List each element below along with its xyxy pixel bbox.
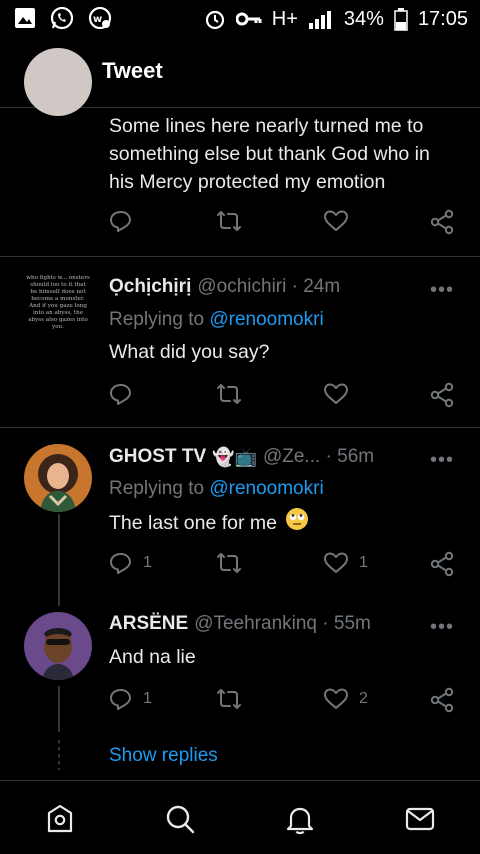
display-name[interactable]: ARSËNE: [109, 613, 188, 635]
rolling-eyes-emoji-icon: [285, 507, 309, 539]
share-icon: [430, 209, 454, 235]
mention-link[interactable]: @renoomokri: [209, 309, 323, 330]
svg-text:w: w: [93, 14, 102, 25]
alarm-icon: [204, 8, 226, 30]
signal-icon: [308, 8, 334, 30]
avatar[interactable]: [24, 48, 92, 116]
retweet-icon: [217, 689, 241, 709]
tweet[interactable]: GHOST TV 👻📺 @Ze... · 56m ••• Replying to…: [0, 428, 480, 606]
like-button[interactable]: [323, 209, 349, 233]
app-badge-icon: w: [88, 6, 112, 30]
more-options-icon[interactable]: •••: [430, 449, 454, 472]
more-options-icon[interactable]: •••: [430, 616, 454, 639]
reply-button[interactable]: [109, 209, 133, 233]
retweet-icon: [217, 384, 241, 404]
heart-icon: [324, 688, 348, 709]
tweet[interactable]: who fights w... onsters should loo to it…: [0, 257, 480, 427]
retweet-icon: [217, 553, 241, 573]
tweet-actions: 1 2: [109, 687, 459, 717]
more-options-icon[interactable]: •••: [430, 279, 454, 302]
share-icon: [430, 687, 454, 713]
whatsapp-icon: [50, 6, 74, 30]
tweet-author-row: GHOST TV 👻📺 @Ze... · 56m: [109, 446, 374, 468]
share-button[interactable]: [429, 687, 455, 713]
reply-icon: [110, 553, 131, 574]
gallery-icon: [14, 7, 36, 29]
share-icon: [430, 382, 454, 408]
tweet-text: The last one for me: [109, 512, 277, 534]
share-button[interactable]: [429, 551, 455, 577]
clock: 17:05: [417, 8, 468, 30]
show-replies-link[interactable]: Show replies: [109, 745, 218, 767]
reply-count: 1: [143, 554, 152, 571]
avatar[interactable]: [24, 444, 92, 512]
tweet-text: Some lines here nearly turned me to some…: [109, 115, 430, 193]
tweet-author-row: Ọchịchịrị @ochichiri · 24m: [109, 276, 340, 298]
share-button[interactable]: [429, 382, 455, 408]
search-icon[interactable]: [164, 803, 196, 835]
reply-count: 1: [143, 690, 152, 707]
reply-button[interactable]: 1: [109, 687, 152, 711]
reply-icon: [110, 211, 131, 232]
name-emoji: 👻📺: [212, 446, 257, 468]
reply-button[interactable]: [109, 382, 133, 406]
heart-icon: [324, 552, 348, 573]
tweet-actions: [109, 382, 459, 412]
reply-button[interactable]: 1: [109, 551, 152, 575]
retweet-button[interactable]: [215, 687, 243, 711]
handle-and-time[interactable]: @ochichiri · 24m: [197, 276, 340, 298]
reply-icon: [110, 689, 131, 710]
tweet[interactable]: Some lines here nearly turned me to some…: [0, 48, 480, 256]
tweet-text: What did you say?: [109, 341, 270, 363]
replying-to: Replying to @renoomokri: [109, 478, 324, 499]
retweet-button[interactable]: [215, 209, 243, 233]
network-type: H+: [271, 8, 298, 30]
handle-and-time[interactable]: @Teehrankinq · 55m: [194, 613, 371, 635]
status-bar: w H+ 34% 17:05: [0, 0, 480, 38]
like-button[interactable]: 1: [323, 551, 368, 575]
like-button[interactable]: 2: [323, 687, 368, 711]
like-count: 1: [359, 554, 368, 571]
thread-dotted-connector: [58, 740, 60, 770]
like-count: 2: [359, 690, 368, 707]
share-icon: [430, 551, 454, 577]
key-icon: [235, 11, 262, 27]
replying-to: Replying to @renoomokri: [109, 309, 324, 330]
retweet-icon: [217, 211, 241, 231]
avatar-quote-text: who fights w... onsters should loo to it…: [26, 275, 90, 330]
battery-percent: 34%: [343, 8, 384, 30]
retweet-button[interactable]: [215, 382, 243, 406]
tweet-actions: 1 1: [109, 551, 459, 581]
thread-connector: [58, 686, 60, 732]
tweet[interactable]: ARSËNE @Teehrankinq · 55m ••• And na lie…: [0, 606, 480, 731]
retweet-button[interactable]: [215, 551, 243, 575]
heart-icon: [324, 383, 348, 404]
battery-icon: [394, 7, 408, 31]
mention-link[interactable]: @renoomokri: [209, 478, 323, 499]
messages-icon[interactable]: [404, 803, 436, 835]
home-icon[interactable]: [44, 803, 76, 835]
display-name[interactable]: Ọchịchịrị: [109, 276, 191, 298]
heart-icon: [324, 210, 348, 231]
share-button[interactable]: [429, 209, 455, 235]
tweet-author-row: ARSËNE @Teehrankinq · 55m: [109, 613, 371, 635]
bottom-navigation: [0, 780, 480, 854]
avatar[interactable]: who fights w... onsters should loo to it…: [24, 269, 92, 337]
like-button[interactable]: [323, 382, 349, 406]
avatar[interactable]: [24, 612, 92, 680]
handle-and-time[interactable]: @Ze... · 56m: [263, 446, 374, 468]
display-name[interactable]: GHOST TV: [109, 446, 206, 468]
tweet-actions: [109, 209, 459, 239]
reply-icon: [110, 384, 131, 405]
tweet-text-container: The last one for me: [109, 507, 309, 539]
notifications-icon[interactable]: [284, 803, 316, 835]
tweet-text: And na lie: [109, 646, 196, 668]
page-title: Tweet: [102, 58, 163, 83]
